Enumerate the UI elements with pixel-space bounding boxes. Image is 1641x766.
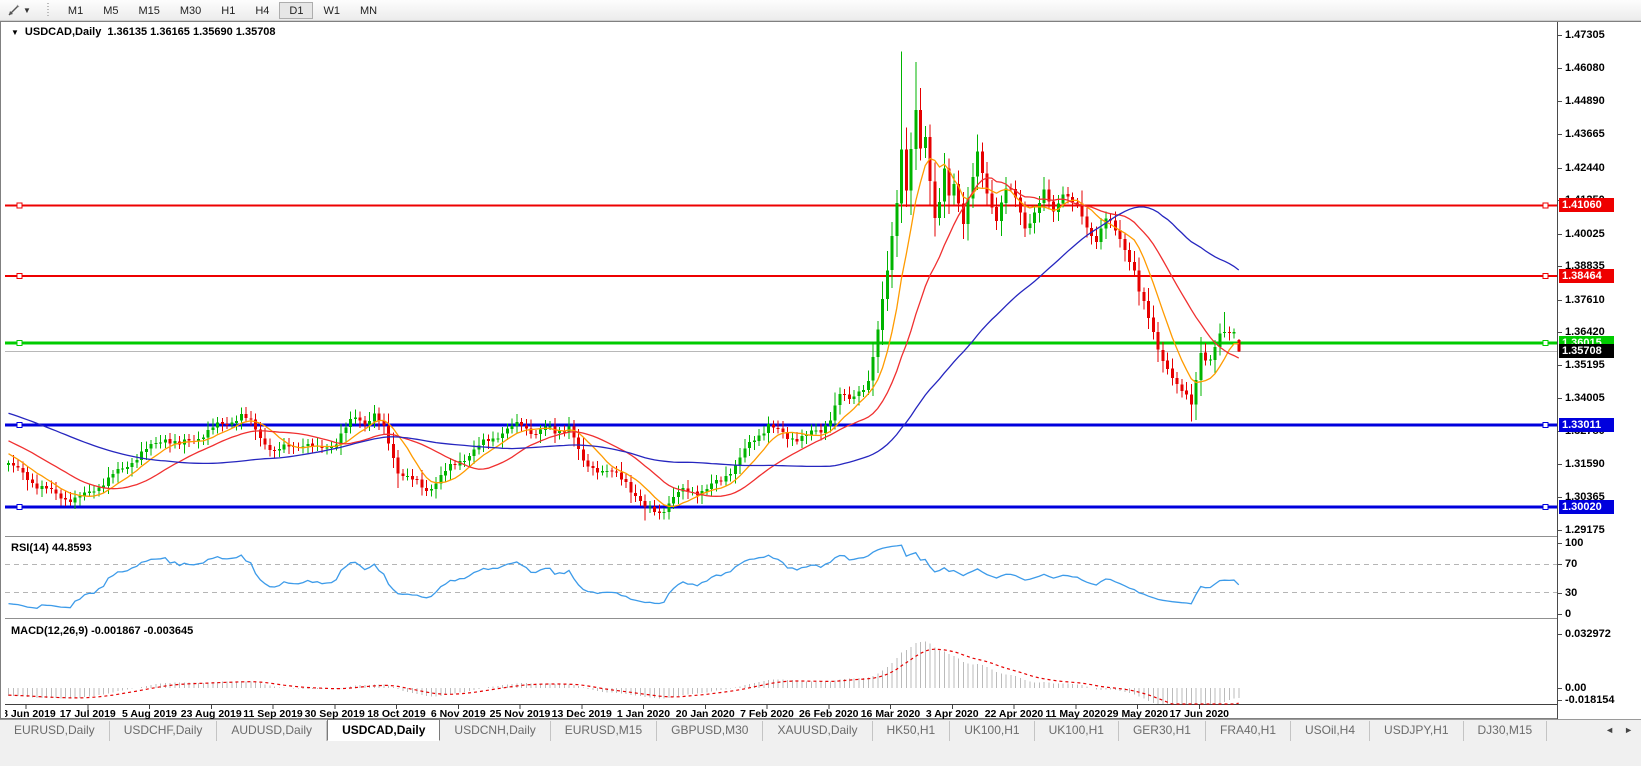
- price-tick-label: 1.40025: [1558, 228, 1605, 240]
- rsi-indicator-label: RSI(14) 44.8593: [11, 542, 92, 554]
- chart-tab-uk100-h1[interactable]: UK100,H1: [1035, 721, 1119, 741]
- timeframe-button-h4[interactable]: H4: [245, 2, 279, 19]
- macd-indicator-label: MACD(12,26,9) -0.001867 -0.003645: [11, 625, 193, 637]
- timeframe-bar: M1M5M15M30H1H4D1W1MN: [58, 2, 387, 19]
- chart-tab-hk50-h1[interactable]: HK50,H1: [873, 721, 951, 741]
- chart-tab-usdcnh-daily[interactable]: USDCNH,Daily: [440, 721, 550, 741]
- toolbar-drag-grip[interactable]: [45, 3, 52, 17]
- chart-tab-uk100-h1[interactable]: UK100,H1: [950, 721, 1034, 741]
- rsi-tick-label: 100: [1558, 537, 1583, 549]
- chart-tab-eurusd-m15[interactable]: EURUSD,M15: [551, 721, 657, 741]
- crosshair-tool-icon: [6, 3, 21, 18]
- price-tick-label: 1.47305: [1558, 29, 1605, 41]
- price-tick-label: 1.44890: [1558, 95, 1605, 107]
- chart-tab-usdjpy-h1[interactable]: USDJPY,H1: [1370, 721, 1463, 741]
- candlestick-chart[interactable]: 28 Jun 201917 Jul 20195 Aug 201923 Aug 2…: [5, 22, 1557, 720]
- current-price-badge: 1.35708: [1559, 344, 1614, 358]
- tab-scroll-right-icon[interactable]: ►: [1624, 725, 1633, 735]
- chart-tab-xauusd-daily[interactable]: XAUUSD,Daily: [763, 721, 872, 741]
- timeframe-button-w1[interactable]: W1: [313, 2, 350, 19]
- rsi-tick-label: 0: [1558, 608, 1571, 620]
- chart-tab-usdchf-daily[interactable]: USDCHF,Daily: [110, 721, 218, 741]
- chart-tab-ger30-h1[interactable]: GER30,H1: [1119, 721, 1206, 741]
- chart-tab-fra40-h1[interactable]: FRA40,H1: [1206, 721, 1291, 741]
- price-tick-label: 1.43665: [1558, 128, 1605, 140]
- price-level-badge: 1.38464: [1559, 269, 1614, 283]
- timeframe-button-d1[interactable]: D1: [279, 2, 313, 19]
- price-tick-label: 1.37610: [1558, 294, 1605, 306]
- price-level-badge: 1.41060: [1559, 198, 1614, 212]
- chevron-down-icon: ▼: [23, 6, 31, 15]
- chart-tab-usoil-h4[interactable]: USOil,H4: [1291, 721, 1370, 741]
- chart-ohlc-values: 1.36135 1.36165 1.35690 1.35708: [107, 26, 275, 38]
- rsi-tick-label: 30: [1558, 587, 1577, 599]
- chart-tab-dj30-m15[interactable]: DJ30,M15: [1464, 721, 1548, 741]
- status-strip: [0, 741, 1641, 766]
- macd-tick-label: 0.00: [1558, 682, 1586, 694]
- top-toolbar: ▼ M1M5M15M30H1H4D1W1MN: [0, 0, 1641, 21]
- chart-tab-gbpusd-m30[interactable]: GBPUSD,M30: [657, 721, 763, 741]
- price-tick-label: 1.29175: [1558, 524, 1605, 536]
- timeframe-button-m1[interactable]: M1: [58, 2, 93, 19]
- price-tick-label: 1.35195: [1558, 359, 1605, 371]
- chart-tab-eurusd-daily[interactable]: EURUSD,Daily: [0, 721, 110, 741]
- timeframe-button-m5[interactable]: M5: [93, 2, 128, 19]
- price-tick-label: 1.34005: [1558, 392, 1605, 404]
- price-tick-label: 1.46080: [1558, 62, 1605, 74]
- macd-tick-label: 0.032972: [1558, 628, 1611, 640]
- timeframe-button-h1[interactable]: H1: [211, 2, 245, 19]
- price-tick-label: 1.42440: [1558, 162, 1605, 174]
- chart-symbol-period: USDCAD,Daily: [25, 26, 101, 38]
- price-axis[interactable]: 1.473051.460801.448901.436651.424401.412…: [1557, 22, 1641, 720]
- chart-tab-bar: EURUSD,DailyUSDCHF,DailyAUDUSD,DailyUSDC…: [0, 719, 1641, 741]
- crosshair-tool-button[interactable]: ▼: [2, 1, 35, 19]
- macd-tick-label: -0.018154: [1558, 694, 1615, 706]
- chart-tab-audusd-daily[interactable]: AUDUSD,Daily: [217, 721, 327, 741]
- timeframe-button-m30[interactable]: M30: [170, 2, 211, 19]
- timeframe-button-m15[interactable]: M15: [128, 2, 169, 19]
- price-level-badge: 1.30020: [1559, 500, 1614, 514]
- timeframe-button-mn[interactable]: MN: [350, 2, 387, 19]
- chart-tab-usdcad-daily[interactable]: USDCAD,Daily: [327, 719, 440, 741]
- chart-window: ▼ USDCAD,Daily 1.36135 1.36165 1.35690 1…: [0, 21, 1641, 719]
- price-level-badge: 1.33011: [1559, 418, 1614, 432]
- price-tick-label: 1.31590: [1558, 458, 1605, 470]
- collapse-icon[interactable]: ▼: [11, 28, 19, 37]
- rsi-tick-label: 70: [1558, 558, 1577, 570]
- chart-title[interactable]: ▼ USDCAD,Daily 1.36135 1.36165 1.35690 1…: [11, 26, 276, 38]
- tab-scroll-left-icon[interactable]: ◄: [1605, 725, 1614, 735]
